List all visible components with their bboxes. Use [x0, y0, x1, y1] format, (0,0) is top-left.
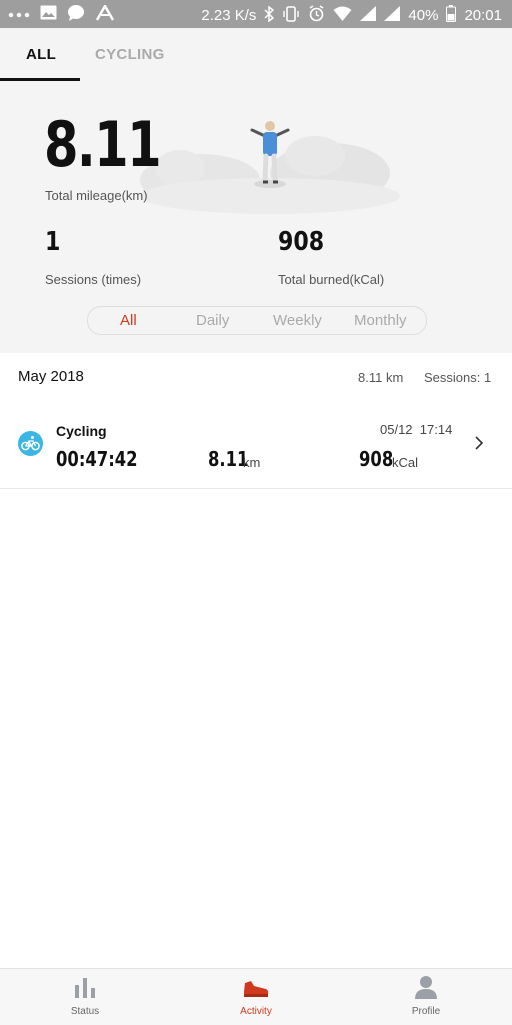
sneaker-icon: [242, 981, 270, 1003]
cycling-icon: [18, 431, 43, 456]
app-logo-icon: [95, 3, 115, 25]
vibrate-icon: [282, 5, 300, 26]
total-mileage-label: Total mileage(km): [45, 188, 148, 203]
bottom-navigation: Status Activity Profile: [0, 968, 512, 1025]
sessions-label: Sessions (times): [45, 272, 142, 287]
person-icon: [413, 976, 439, 1003]
nav-status-label: Status: [70, 1006, 100, 1017]
period-monthly[interactable]: Monthly: [354, 312, 407, 329]
wifi-icon: [333, 6, 352, 25]
battery-icon: [446, 5, 457, 26]
total-mileage-value: 8.11: [44, 108, 162, 181]
activity-datetime: 05/12 17:14: [380, 422, 452, 437]
activity-calories: 908: [359, 447, 394, 471]
activity-distance-unit: km: [243, 455, 261, 470]
tab-all[interactable]: ALL: [26, 46, 56, 63]
period-daily[interactable]: Daily: [196, 312, 229, 329]
nav-activity-label: Activity: [240, 1006, 272, 1017]
activity-row[interactable]: Cycling 05/12 17:14 00:47:42 8.11 km 908…: [0, 405, 512, 489]
bluetooth-icon: [264, 5, 275, 26]
period-filter: All Daily Weekly Monthly: [87, 306, 427, 335]
alarm-icon: [308, 5, 325, 26]
more-dots-icon: [8, 6, 30, 23]
chat-bubble-icon: [67, 4, 85, 25]
activity-calories-unit: kCal: [392, 455, 419, 470]
burned-label: Total burned(kCal): [278, 272, 385, 287]
tab-cycling[interactable]: CYCLING: [95, 46, 165, 63]
activity-duration: 00:47:42: [56, 447, 138, 471]
month-header: May 2018 8.11 km Sessions: 1: [0, 353, 512, 401]
nav-status[interactable]: Status: [45, 975, 125, 1017]
period-weekly[interactable]: Weekly: [273, 312, 322, 329]
burned-value: 908: [278, 227, 325, 257]
battery-percent: 40%: [408, 7, 439, 24]
activity-name: Cycling: [56, 423, 107, 439]
summary-panel: ALL CYCLING 8.11 Total mileage(km) 1 Ses…: [0, 28, 512, 353]
signal-icon-2: [384, 6, 401, 25]
month-distance: 8.11 km: [358, 370, 404, 385]
chevron-right-icon: [474, 435, 484, 456]
sport-tabs: ALL CYCLING: [0, 28, 512, 81]
bar-chart-icon: [72, 978, 98, 1003]
activity-time: 17:14: [419, 422, 453, 437]
month-sessions: Sessions: 1: [424, 370, 492, 385]
cloud-person-illustration: [140, 121, 400, 214]
network-speed: 2.23 K/s: [201, 7, 257, 24]
signal-icon: [360, 6, 377, 25]
month-title: May 2018: [18, 368, 84, 385]
active-tab-indicator: [0, 78, 80, 81]
nav-profile-label: Profile: [411, 1006, 441, 1017]
nav-profile[interactable]: Profile: [386, 975, 466, 1017]
status-bar: 2.23 K/s 40% 20:01: [0, 0, 512, 28]
sessions-value: 1: [45, 227, 61, 257]
nav-activity[interactable]: Activity: [216, 975, 296, 1017]
clock-time: 20:01: [464, 7, 502, 24]
image-icon: [40, 5, 57, 24]
period-all[interactable]: All: [120, 312, 137, 329]
activity-date: 05/12: [380, 422, 413, 437]
